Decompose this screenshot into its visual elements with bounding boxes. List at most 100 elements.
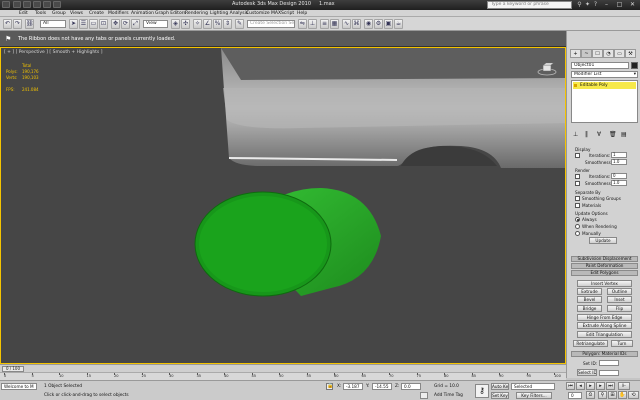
bevel-button[interactable]: Bevel: [577, 296, 602, 303]
edit-triangulation-button[interactable]: Edit Triangulation: [577, 331, 632, 338]
open-file-icon[interactable]: [23, 1, 31, 8]
schematic-view-icon[interactable]: ⌘: [352, 19, 361, 29]
turn-button[interactable]: Turn: [611, 340, 633, 347]
graphite-toggle-icon[interactable]: ▦: [330, 19, 339, 29]
menu-customize[interactable]: Customize: [246, 10, 270, 17]
redo-tool-icon[interactable]: ↷: [13, 19, 22, 29]
rollout-paint-deformation[interactable]: Paint Deformation: [571, 263, 638, 269]
key-icon[interactable]: ⚷: [475, 384, 489, 398]
outline-button[interactable]: Outline: [607, 288, 632, 295]
percent-snap-icon[interactable]: %: [213, 19, 222, 29]
named-selection-input[interactable]: Create Selection Set: [247, 20, 295, 28]
hinge-from-edge-button[interactable]: Hinge From Edge: [577, 314, 632, 321]
rendered-frame-icon[interactable]: ▣: [384, 19, 393, 29]
scale-icon[interactable]: ⤢: [131, 19, 140, 29]
edit-named-selection-icon[interactable]: ✎: [235, 19, 244, 29]
window-crossing-icon[interactable]: ⊡: [99, 19, 108, 29]
help-icon[interactable]: ?: [592, 1, 599, 8]
rotate-icon[interactable]: ⟳: [121, 19, 130, 29]
pivot-center-icon[interactable]: ◈: [171, 19, 180, 29]
viewport-label[interactable]: [ + ] [ Perspective ] [ Smooth + Highlig…: [4, 50, 102, 55]
menu-create[interactable]: Create: [89, 10, 104, 17]
menu-group[interactable]: Group: [52, 10, 66, 17]
select-object-icon[interactable]: ➤: [69, 19, 78, 29]
mirror-icon[interactable]: ⇋: [298, 19, 307, 29]
stack-item-editable-poly[interactable]: Editable Poly: [573, 82, 636, 89]
selection-filter-dropdown[interactable]: All: [40, 20, 66, 28]
material-editor-icon[interactable]: ◉: [364, 19, 373, 29]
zoom-icon[interactable]: ⚲: [598, 391, 607, 399]
time-config-icon[interactable]: ⏲: [586, 391, 595, 399]
make-unique-icon[interactable]: ∀: [597, 131, 601, 138]
track-bar[interactable]: 0 5 10 15 20 25 30 35 40 45 50 55 60 65 70 75 80 85 90 95 10…: [0, 372, 566, 380]
menu-edit[interactable]: Edit: [19, 10, 28, 17]
next-frame-icon[interactable]: ▸: [596, 382, 605, 390]
menu-graph-editors[interactable]: Graph Editors: [155, 10, 186, 17]
layer-manager-icon[interactable]: ≡: [320, 19, 329, 29]
render-iterations-checkbox[interactable]: [575, 174, 580, 179]
key-filters-button[interactable]: Key Filters...: [516, 392, 552, 399]
extrude-along-spline-button[interactable]: Extrude Along Spline: [577, 322, 632, 329]
remove-modifier-icon[interactable]: 🗑: [609, 131, 617, 138]
menu-lighting-analysis[interactable]: Lighting Analysis: [210, 10, 248, 17]
object-color-swatch[interactable]: [631, 62, 638, 69]
menu-animation[interactable]: Animation: [131, 10, 154, 17]
viewcube-icon[interactable]: [537, 62, 557, 76]
select-manipulate-icon[interactable]: ✣: [181, 19, 190, 29]
render-smoothness-spinner[interactable]: 1.0: [611, 180, 627, 186]
app-logo-button[interactable]: [2, 1, 10, 8]
pan-icon[interactable]: ✋: [618, 391, 627, 399]
current-frame-field[interactable]: 0: [568, 392, 582, 399]
link-icon[interactable]: ⛓: [25, 19, 34, 29]
menu-views[interactable]: Views: [70, 10, 83, 17]
curve-editor-icon[interactable]: ∿: [342, 19, 351, 29]
rollout-material-ids[interactable]: Polygon: Material IDs: [571, 351, 638, 357]
auto-key-button[interactable]: Auto Key: [491, 383, 509, 390]
render-smoothness-checkbox[interactable]: [575, 181, 580, 186]
snaps-toggle-icon[interactable]: ✧: [193, 19, 202, 29]
zoom-extents-icon[interactable]: ⊞: [608, 391, 617, 399]
search-icon[interactable]: ⚲: [576, 1, 583, 8]
x-coordinate-field[interactable]: -3.187: [343, 383, 363, 390]
show-end-result-icon[interactable]: ‖: [585, 131, 588, 138]
modifier-list-dropdown[interactable]: Modifier List ▾: [571, 71, 638, 78]
menu-modifiers[interactable]: Modifiers: [108, 10, 129, 17]
menu-help[interactable]: Help: [297, 10, 307, 17]
pin-stack-icon[interactable]: ⊥: [573, 131, 578, 138]
tab-motion[interactable]: ◔: [603, 49, 614, 58]
tab-utilities[interactable]: ⚒: [625, 49, 636, 58]
maximize-icon[interactable]: □: [613, 0, 626, 9]
close-icon[interactable]: ✕: [626, 0, 639, 9]
tab-display[interactable]: ▭: [614, 49, 625, 58]
play-icon[interactable]: ▸: [586, 382, 595, 390]
manually-radio[interactable]: [575, 231, 580, 236]
menu-maxscript[interactable]: MAXScript: [271, 10, 294, 17]
materials-checkbox[interactable]: [575, 203, 580, 208]
reference-coordinate-dropdown[interactable]: View: [143, 20, 168, 28]
minimize-icon[interactable]: –: [600, 0, 613, 9]
smoothness-spinner[interactable]: 1.0: [611, 159, 627, 165]
spinner-snap-icon[interactable]: ⇕: [223, 19, 232, 29]
tab-modify[interactable]: ~: [581, 49, 592, 58]
always-radio[interactable]: [575, 217, 580, 222]
render-production-icon[interactable]: ☕: [394, 19, 403, 29]
render-setup-icon[interactable]: ⚙: [374, 19, 383, 29]
perspective-viewport[interactable]: [ + ] [ Perspective ] [ Smooth + Highlig…: [0, 47, 566, 364]
when-rendering-radio[interactable]: [575, 224, 580, 229]
goto-end-icon[interactable]: ⏭: [606, 382, 615, 390]
object-name-field[interactable]: Object01: [571, 62, 629, 69]
viewport-scene[interactable]: [1, 48, 565, 363]
menu-tools[interactable]: Tools: [35, 10, 46, 17]
z-coordinate-field[interactable]: 0.0: [401, 383, 421, 390]
y-coordinate-field[interactable]: -14.55: [372, 383, 392, 390]
lock-selection-icon[interactable]: 🔒: [326, 383, 333, 390]
menu-rendering[interactable]: Rendering: [185, 10, 208, 17]
undo-tool-icon[interactable]: ↶: [3, 19, 12, 29]
rollout-subdivision-displacement[interactable]: Subdivision Displacement: [571, 256, 638, 262]
bridge-button[interactable]: Bridge: [577, 305, 602, 312]
configure-modifier-sets-icon[interactable]: ▤: [621, 131, 627, 138]
update-button[interactable]: Update: [589, 237, 617, 244]
new-file-icon[interactable]: [13, 1, 21, 8]
maxscript-listener[interactable]: Welcome to M: [1, 383, 37, 390]
insert-vertex-button[interactable]: Insert Vertex: [577, 280, 632, 287]
